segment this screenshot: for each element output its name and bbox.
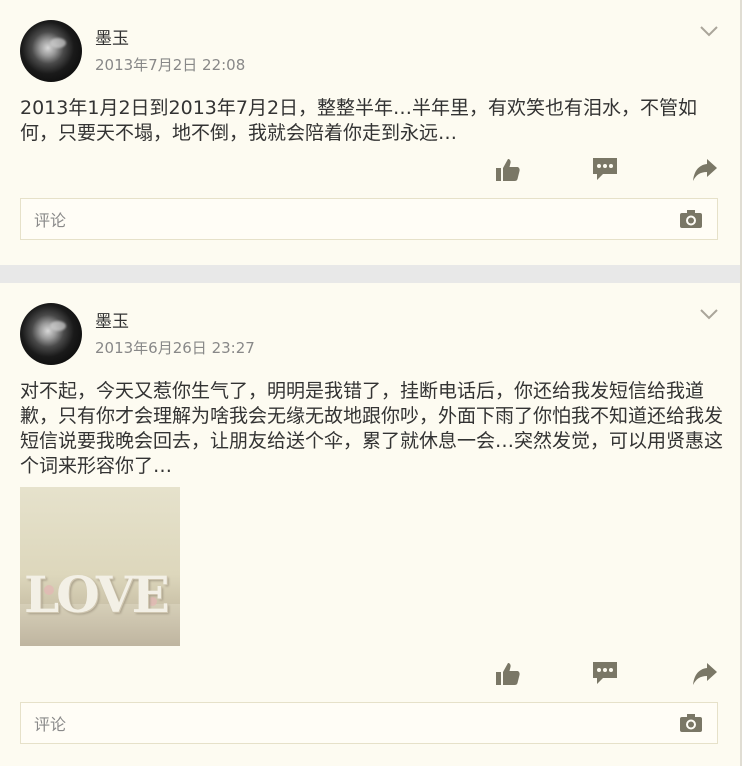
share-icon[interactable] [692, 157, 718, 183]
post-text: 对不起，今天又惹你生气了，明明是我错了，挂断电话后，你还给我发短信给我道歉，只有… [20, 380, 724, 477]
comment-input[interactable] [21, 199, 676, 241]
chevron-down-icon[interactable] [700, 308, 718, 320]
comment-input[interactable] [21, 703, 676, 745]
comment-box [20, 702, 718, 745]
camera-icon[interactable] [679, 713, 703, 733]
avatar[interactable] [20, 20, 82, 82]
author-name[interactable]: 墨玉 [95, 24, 129, 49]
like-icon[interactable] [495, 661, 521, 687]
post-actions [0, 660, 740, 692]
comment-icon[interactable] [592, 156, 618, 182]
share-icon[interactable] [692, 661, 718, 687]
post-separator [0, 265, 740, 283]
post-timestamp: 2013年6月26日 23:27 [95, 339, 255, 357]
comment-icon[interactable] [592, 660, 618, 686]
post-actions [0, 156, 740, 188]
camera-icon[interactable] [679, 209, 703, 229]
post-timestamp: 2013年7月2日 22:08 [95, 56, 246, 74]
like-icon[interactable] [495, 157, 521, 183]
chevron-down-icon[interactable] [700, 25, 718, 37]
comment-box [20, 198, 718, 241]
avatar[interactable] [20, 303, 82, 365]
post-photo[interactable]: LOVE [20, 487, 180, 646]
author-name[interactable]: 墨玉 [95, 307, 129, 332]
photo-love-letters: LOVE [24, 565, 170, 624]
post-1: 墨玉 2013年7月2日 22:08 2013年1月2日到2013年7月2日，整… [0, 0, 740, 265]
post-text: 2013年1月2日到2013年7月2日，整整半年…半年里，有欢笑也有泪水，不管如… [20, 97, 698, 144]
